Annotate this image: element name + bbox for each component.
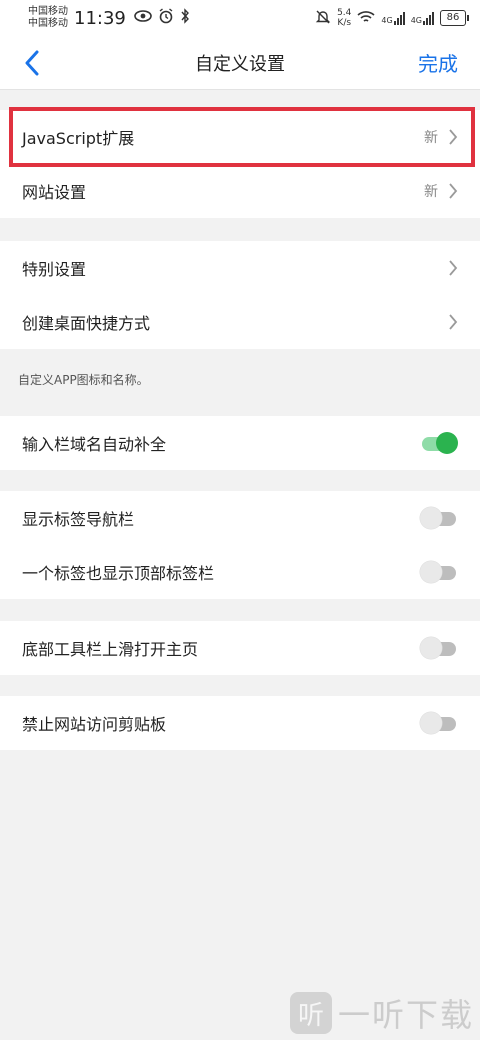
carrier-names: 中国移动 中国移动 xyxy=(28,6,68,30)
page-title: 自定义设置 xyxy=(195,53,285,75)
row-label: 输入栏域名自动补全 xyxy=(22,435,167,454)
group-special: 特别设置 创建桌面快捷方式 xyxy=(0,241,480,349)
chevron-right-icon xyxy=(449,183,458,199)
group-clipboard: 禁止网站访问剪贴板 xyxy=(0,696,480,750)
row-label: 创建桌面快捷方式 xyxy=(22,314,151,333)
row-domain-autocomplete: 输入栏域名自动补全 xyxy=(0,416,480,470)
row-label: JavaScript扩展 xyxy=(22,129,135,148)
new-badge: 新 xyxy=(424,184,438,200)
signal-1-icon: 4G xyxy=(381,11,405,25)
row-label: 禁止网站访问剪贴板 xyxy=(22,715,167,734)
chevron-right-icon xyxy=(449,260,458,276)
watermark-logo: 听 xyxy=(289,992,332,1034)
toggle-switch[interactable] xyxy=(420,432,458,454)
alarm-icon xyxy=(158,8,174,28)
chevron-right-icon xyxy=(449,314,458,330)
row-special-settings[interactable]: 特别设置 xyxy=(0,241,480,295)
battery-icon: 86 xyxy=(440,10,469,26)
carrier-1: 中国移动 xyxy=(28,6,68,17)
done-button[interactable]: 完成 xyxy=(418,48,458,77)
row-swipe-up-home: 底部工具栏上滑打开主页 xyxy=(0,621,480,675)
net-speed-value: 5.4 xyxy=(337,8,352,18)
row-label: 网站设置 xyxy=(22,183,87,202)
network-speed: 5.4 K/s xyxy=(337,8,351,28)
watermark-text: 一听下载 xyxy=(337,996,474,1034)
row-single-tab-top-bar: 一个标签也显示顶部标签栏 xyxy=(0,545,480,599)
toggle-switch[interactable] xyxy=(420,637,458,659)
bluetooth-icon xyxy=(180,8,190,28)
row-label: 显示标签导航栏 xyxy=(22,510,135,529)
group-autocomplete: 输入栏域名自动补全 xyxy=(0,416,480,470)
signal-2-label: 4G xyxy=(410,15,422,25)
mute-icon xyxy=(315,9,331,28)
chevron-right-icon xyxy=(449,129,458,145)
navigation-bar: 自定义设置 完成 xyxy=(0,36,480,90)
row-label: 一个标签也显示顶部标签栏 xyxy=(22,564,215,583)
status-bar: 中国移动 中国移动 11:39 5.4 K/s 4G 4G 86 xyxy=(0,0,480,36)
row-label: 底部工具栏上滑打开主页 xyxy=(22,640,199,659)
row-show-tab-nav: 显示标签导航栏 xyxy=(0,491,480,545)
row-label: 特别设置 xyxy=(22,260,87,279)
net-speed-unit: K/s xyxy=(337,18,352,28)
row-javascript-extension[interactable]: JavaScript扩展 新 xyxy=(0,110,480,164)
signal-2-icon: 4G xyxy=(410,11,434,25)
watermark: 听 一听下载 xyxy=(289,990,474,1036)
group-extensions: JavaScript扩展 新 网站设置 新 xyxy=(0,110,480,218)
row-create-shortcut[interactable]: 创建桌面快捷方式 xyxy=(0,295,480,349)
shortcut-note: 自定义APP图标和名称。 xyxy=(18,373,149,387)
battery-level: 86 xyxy=(446,12,460,23)
group-tabs: 显示标签导航栏 一个标签也显示顶部标签栏 xyxy=(0,491,480,599)
toggle-switch[interactable] xyxy=(420,507,458,529)
toggle-switch[interactable] xyxy=(420,561,458,583)
chevron-left-icon xyxy=(25,50,39,76)
toggle-switch[interactable] xyxy=(420,712,458,734)
wifi-icon xyxy=(357,10,375,27)
row-block-clipboard: 禁止网站访问剪贴板 xyxy=(0,696,480,750)
row-website-settings[interactable]: 网站设置 新 xyxy=(0,164,480,218)
back-button[interactable] xyxy=(18,49,46,77)
eye-icon xyxy=(134,10,152,26)
clock: 11:39 xyxy=(74,7,126,29)
new-badge: 新 xyxy=(424,130,438,146)
signal-1-label: 4G xyxy=(381,15,393,25)
group-toolbar: 底部工具栏上滑打开主页 xyxy=(0,621,480,675)
carrier-2: 中国移动 xyxy=(28,18,68,29)
